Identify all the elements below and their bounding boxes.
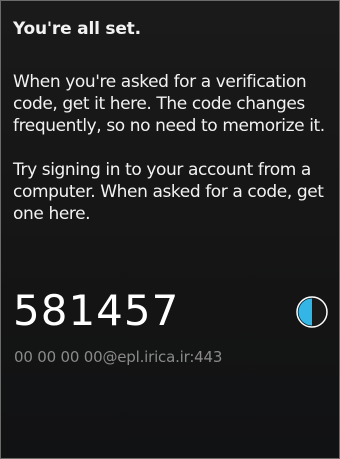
instructions-paragraph: When you're asked for a verification cod… [13, 72, 325, 136]
countdown-pie-icon [296, 296, 328, 328]
try-signing-in-paragraph: Try signing in to your account from a co… [13, 160, 324, 224]
intro-section: You're all set. When you're asked for a … [13, 19, 335, 247]
authenticator-screen: You're all set. When you're asked for a … [0, 0, 340, 459]
verification-code: 581457 [13, 286, 180, 335]
account-name: 00 00 00 00@epl.irica.ir:443 [14, 348, 223, 366]
account-code-row[interactable]: 581457 [13, 287, 333, 337]
page-title: You're all set. [13, 19, 141, 39]
